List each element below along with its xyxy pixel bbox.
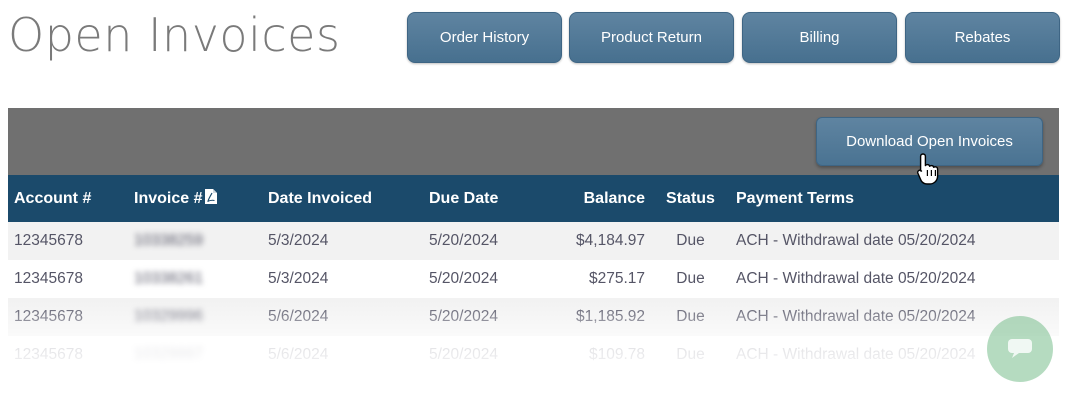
cell-date-invoiced: 5/6/2024: [268, 346, 329, 363]
table-row: 12345678 10338261 5/3/2024 5/20/2024 $27…: [8, 260, 1059, 298]
product-return-button[interactable]: Product Return: [569, 12, 734, 63]
page-title: Open Invoices: [8, 8, 341, 62]
cell-date-invoiced: 5/3/2024: [268, 270, 329, 287]
table-row: 12345678 10338259 5/3/2024 5/20/2024 $4,…: [8, 222, 1059, 260]
invoices-table: Account # Invoice # Date Invoiced Due Da…: [8, 175, 1059, 374]
cell-payment-terms: ACH - Withdrawal date 05/20/2024: [736, 232, 976, 249]
column-header-account[interactable]: Account #: [8, 175, 128, 222]
cell-invoice-link[interactable]: 10338261: [128, 260, 262, 298]
cell-account: 12345678: [14, 346, 83, 363]
cell-status: Due: [676, 232, 705, 249]
chat-button[interactable]: [987, 316, 1053, 382]
column-header-due-date[interactable]: Due Date: [423, 175, 531, 222]
table-header-row: Account # Invoice # Date Invoiced Due Da…: [8, 175, 1059, 222]
cell-payment-terms: ACH - Withdrawal date 05/20/2024: [736, 270, 976, 287]
column-header-balance[interactable]: Balance: [531, 175, 651, 222]
cell-date-invoiced: 5/6/2024: [268, 308, 329, 325]
cell-invoice-link[interactable]: 10329996: [128, 298, 262, 336]
cell-due-date: 5/20/2024: [429, 270, 498, 287]
table-row: 12345678 10329997 5/6/2024 5/20/2024 $10…: [8, 336, 1059, 374]
cell-due-date: 5/20/2024: [429, 308, 498, 325]
cell-invoice-link[interactable]: 10329997: [128, 336, 262, 374]
table-row: 12345678 10329996 5/6/2024 5/20/2024 $1,…: [8, 298, 1059, 336]
pdf-icon[interactable]: [204, 188, 218, 210]
rebates-button[interactable]: Rebates: [905, 12, 1060, 63]
cell-status: Due: [676, 308, 705, 325]
cell-balance: $4,184.97: [576, 232, 645, 249]
cell-account: 12345678: [14, 270, 83, 287]
column-header-date-invoiced[interactable]: Date Invoiced: [262, 175, 423, 222]
column-header-payment-terms[interactable]: Payment Terms: [730, 175, 1059, 222]
cell-date-invoiced: 5/3/2024: [268, 232, 329, 249]
column-header-invoice-label: Invoice #: [134, 189, 203, 207]
billing-button[interactable]: Billing: [742, 12, 897, 63]
chat-icon: [1005, 335, 1035, 364]
cell-due-date: 5/20/2024: [429, 346, 498, 363]
cell-balance: $109.78: [588, 346, 645, 363]
order-history-button[interactable]: Order History: [407, 12, 562, 63]
cell-status: Due: [676, 270, 705, 287]
column-header-status[interactable]: Status: [651, 175, 730, 222]
cell-balance: $1,185.92: [576, 308, 645, 325]
pointer-cursor-icon: [916, 152, 942, 191]
cell-account: 12345678: [14, 308, 83, 325]
cell-account: 12345678: [14, 232, 83, 249]
cell-balance: $275.17: [588, 270, 645, 287]
cell-invoice-link[interactable]: 10338259: [128, 222, 262, 260]
cell-status: Due: [676, 346, 705, 363]
column-header-invoice[interactable]: Invoice #: [128, 175, 262, 222]
cell-due-date: 5/20/2024: [429, 232, 498, 249]
